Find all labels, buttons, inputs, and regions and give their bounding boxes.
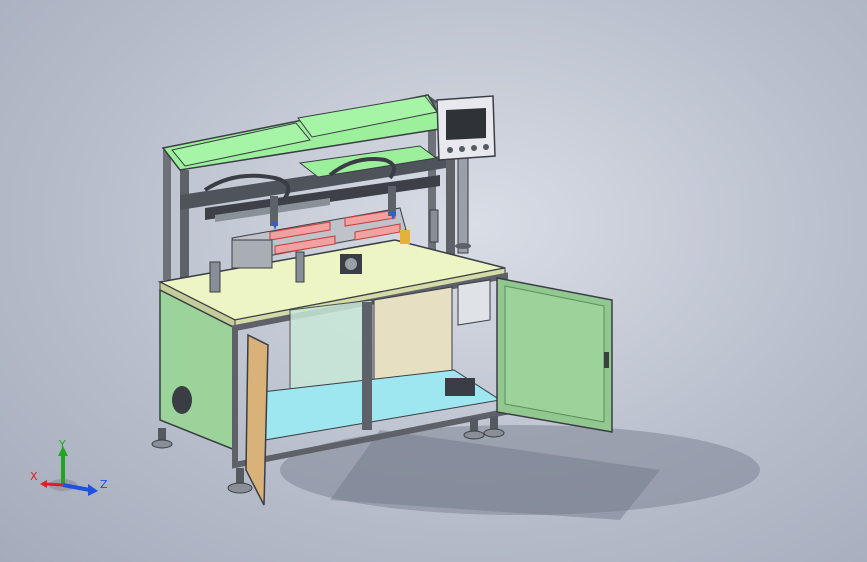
electrical-box bbox=[457, 279, 491, 326]
machine-model[interactable] bbox=[0, 0, 867, 562]
z-axis-head bbox=[88, 484, 98, 496]
x-axis-label: X bbox=[30, 470, 38, 483]
cad-viewport[interactable]: Y Z X bbox=[0, 0, 867, 562]
door-handle bbox=[604, 352, 609, 368]
axis-triad[interactable]: Y Z X bbox=[28, 440, 118, 510]
z-axis-label: Z bbox=[100, 478, 108, 491]
side-access-hole bbox=[172, 386, 192, 414]
y-axis-label: Y bbox=[58, 440, 66, 451]
hmi-touch-panel bbox=[436, 95, 496, 254]
x-axis-head bbox=[40, 480, 47, 488]
open-left-door bbox=[245, 333, 269, 506]
x-axis-arrow bbox=[45, 482, 64, 487]
